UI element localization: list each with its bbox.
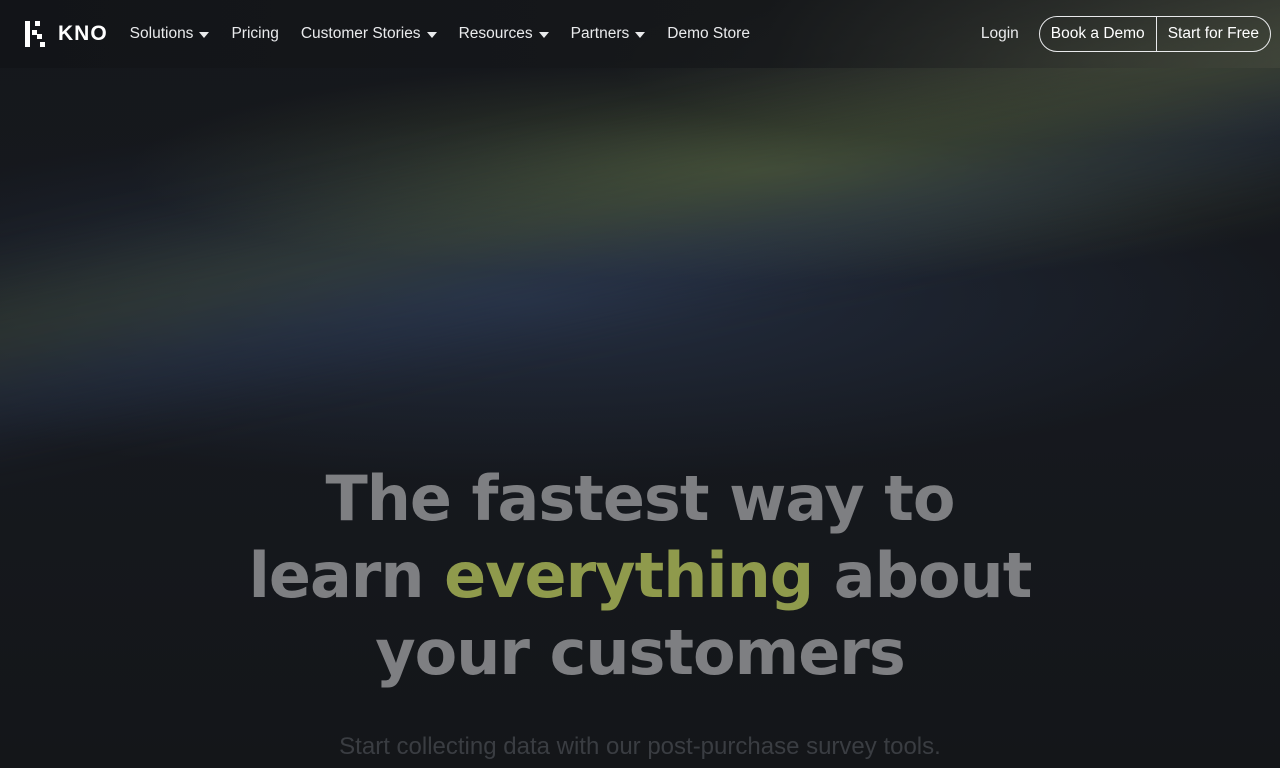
nav-item-resources[interactable]: Resources bbox=[459, 25, 549, 43]
hero-subtitle: Start collecting data with our post-purc… bbox=[339, 733, 941, 760]
nav-item-customer-stories[interactable]: Customer Stories bbox=[301, 25, 437, 43]
nav-item-solutions[interactable]: Solutions bbox=[130, 25, 210, 43]
nav-item-partners[interactable]: Partners bbox=[571, 25, 646, 43]
hero-section: The fastest way to learn everything abou… bbox=[0, 460, 1280, 761]
nav-item-label: Customer Stories bbox=[300, 25, 421, 42]
background-light-beam bbox=[0, 0, 1280, 505]
nav-item-label: Pricing bbox=[231, 25, 279, 42]
hero-headline: The fastest way to learn everything abou… bbox=[0, 460, 1280, 691]
nav-links: Solutions Pricing Customer Stories Resou… bbox=[130, 25, 772, 43]
headline-line-3: your customers bbox=[375, 616, 905, 689]
headline-line-1: The fastest way to bbox=[325, 462, 955, 535]
nav-item-label: Demo Store bbox=[667, 25, 750, 42]
landing-page: KNO Solutions Pricing Customer Stories R… bbox=[0, 0, 1280, 768]
nav-item-pricing[interactable]: Pricing bbox=[231, 25, 278, 43]
caret-down-icon bbox=[538, 32, 549, 38]
caret-down-icon bbox=[635, 32, 646, 38]
caret-down-icon bbox=[199, 32, 210, 38]
cta-button-group: Book a Demo Start for Free bbox=[1038, 16, 1271, 52]
caret-down-icon bbox=[426, 32, 437, 38]
start-free-button[interactable]: Start for Free bbox=[1157, 17, 1270, 51]
main-navigation: KNO Solutions Pricing Customer Stories R… bbox=[0, 0, 1280, 68]
brand-logo[interactable]: KNO bbox=[24, 20, 108, 48]
headline-accent-word: everything bbox=[444, 539, 814, 612]
nav-item-label: Solutions bbox=[129, 25, 194, 42]
kno-logo-icon bbox=[25, 21, 45, 47]
nav-item-demo-store[interactable]: Demo Store bbox=[667, 25, 750, 43]
nav-item-label: Resources bbox=[458, 25, 533, 42]
nav-item-label: Partners bbox=[570, 25, 630, 42]
login-link[interactable]: Login bbox=[981, 25, 1019, 43]
headline-line-2-end: about bbox=[813, 539, 1033, 612]
headline-line-2-start: learn bbox=[248, 539, 445, 612]
book-demo-button[interactable]: Book a Demo bbox=[1040, 17, 1156, 51]
brand-name: KNO bbox=[58, 22, 108, 45]
